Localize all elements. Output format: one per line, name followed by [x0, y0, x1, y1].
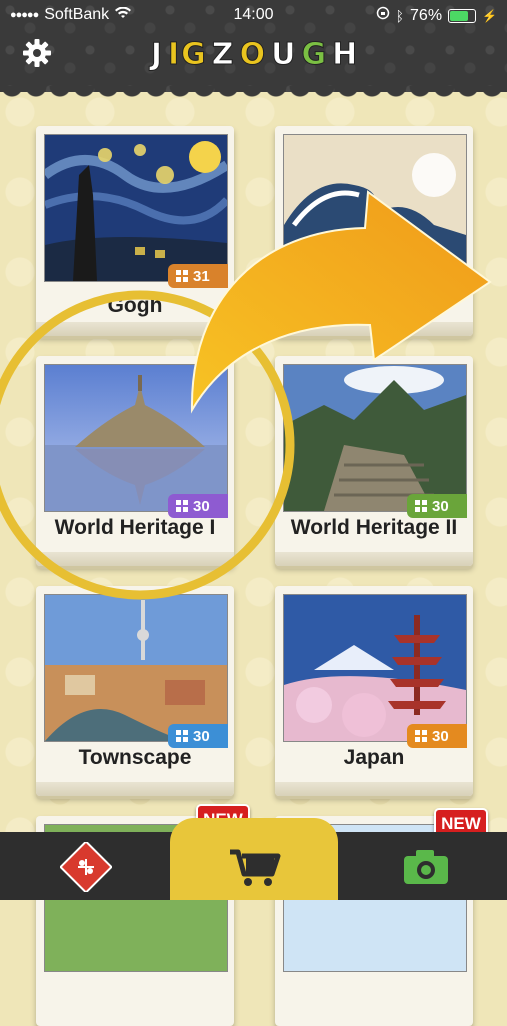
- piece-count: 30: [432, 497, 449, 515]
- tab-camera[interactable]: [398, 842, 454, 892]
- piece-count: 30: [432, 727, 449, 745]
- puzzle-pieces-icon: [176, 270, 188, 282]
- shop-cart-icon: [230, 849, 281, 886]
- piece-count-badge: 30: [407, 724, 467, 748]
- charging-icon: ⚡: [482, 8, 497, 23]
- card-footer: [36, 322, 234, 336]
- piece-count: 31: [193, 267, 210, 285]
- puzzle-card-world-heritage-2[interactable]: 30 World Heritage II: [275, 356, 473, 566]
- camera-icon: [404, 850, 448, 884]
- piece-count-badge: 30: [168, 724, 228, 748]
- piece-count: 30: [193, 497, 210, 515]
- piece-count-badge: [445, 264, 467, 288]
- logo-letter: O: [239, 36, 268, 72]
- piece-count-badge: 30: [168, 494, 228, 518]
- starry-night-thumbnail: [44, 134, 228, 282]
- puzzle-card-japan[interactable]: 30 Japan: [275, 586, 473, 796]
- bluetooth-icon: ᛒ: [395, 7, 405, 24]
- battery-icon: [448, 8, 477, 23]
- great-wave-thumbnail: [283, 134, 467, 282]
- tab-puzzles[interactable]: [58, 842, 114, 892]
- logo-letter: Z: [211, 36, 236, 72]
- logo-letter: J: [150, 36, 164, 72]
- piece-count-badge: 31: [168, 264, 228, 288]
- piece-count-badge: 30: [407, 494, 467, 518]
- card-title: Gogh: [107, 294, 163, 317]
- tab-shop[interactable]: [222, 842, 286, 892]
- puzzle-card-townscape[interactable]: 30 Townscape: [36, 586, 234, 796]
- logo-letter: IG: [168, 36, 208, 72]
- puzzle-pieces-icon: [415, 730, 427, 742]
- battery-percent: 76%: [410, 6, 443, 24]
- piece-count: 30: [193, 727, 210, 745]
- card-footer: [275, 552, 473, 566]
- puzzle-pieces-icon: [415, 500, 427, 512]
- puzzle-pieces-icon: [176, 500, 188, 512]
- card-footer: [36, 782, 234, 796]
- machu-picchu-thumbnail: [283, 364, 467, 512]
- puzzle-card-world-heritage-1[interactable]: 30 World Heritage I: [36, 356, 234, 566]
- card-footer: [275, 782, 473, 796]
- card-title: World Heritage II: [290, 516, 458, 539]
- rotation-lock-icon: [376, 6, 390, 25]
- japan-thumbnail: [283, 594, 467, 742]
- card-footer: [275, 322, 473, 336]
- logo-letter: U: [271, 36, 298, 72]
- app-logo: J IG Z O U G H: [150, 32, 357, 76]
- gear-icon[interactable]: [22, 38, 52, 68]
- card-footer: [36, 552, 234, 566]
- card-title: Japan: [343, 746, 405, 769]
- puzzle-icon: [60, 842, 112, 892]
- card-title: Townscape: [78, 746, 192, 769]
- mont-saint-michel-thumbnail: [44, 364, 228, 512]
- logo-letter: G: [301, 36, 329, 72]
- status-bar: ●●●●● SoftBank 14:00 ᛒ 76% ⚡: [0, 0, 507, 30]
- puzzle-pieces-icon: [176, 730, 188, 742]
- card-title: World Heritage I: [54, 516, 216, 539]
- puzzle-card-great-wave[interactable]: [275, 126, 473, 336]
- townscape-thumbnail: [44, 594, 228, 742]
- logo-letter: H: [332, 36, 360, 72]
- puzzle-card-gogh[interactable]: 31 Gogh: [36, 126, 234, 336]
